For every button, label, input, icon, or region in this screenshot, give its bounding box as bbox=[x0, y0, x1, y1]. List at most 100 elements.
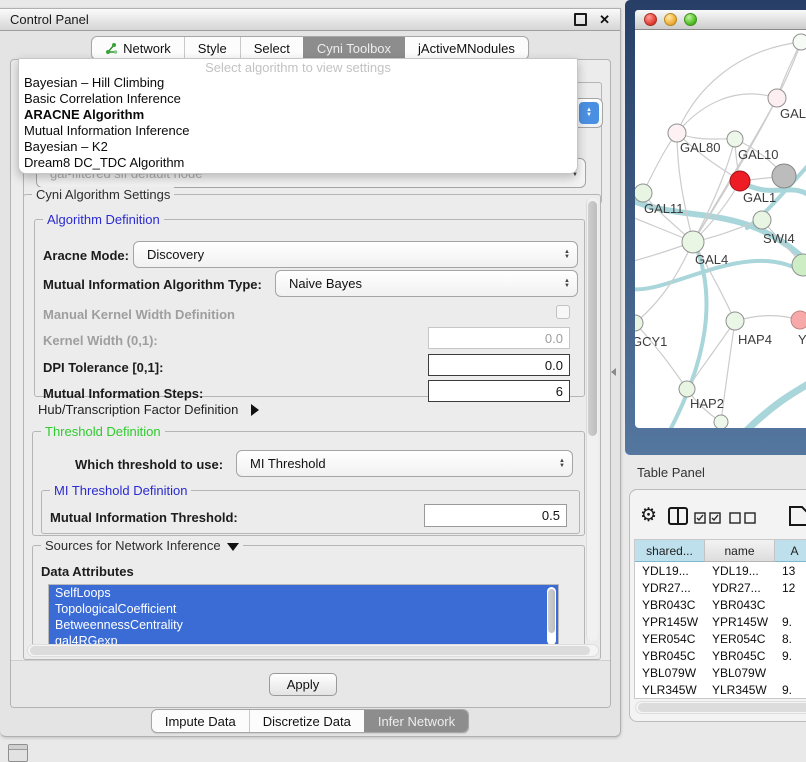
tab-cyni-toolbox[interactable]: Cyni Toolbox bbox=[303, 37, 404, 59]
network-node-gal1[interactable] bbox=[753, 211, 771, 229]
tab-impute-data[interactable]: Impute Data bbox=[152, 710, 249, 732]
combo-spinner-icon: ▲▼ bbox=[557, 242, 577, 267]
table-row[interactable]: YER054C YER054C 8. bbox=[635, 630, 806, 647]
column-header[interactable]: A bbox=[775, 540, 806, 562]
table-row[interactable]: YBR043C YBR043C bbox=[635, 596, 806, 613]
threshold-definition-groupbox: Threshold Definition Which threshold to … bbox=[32, 431, 585, 536]
hub-definition-expander[interactable]: Hub/Transcription Factor Definition bbox=[38, 401, 259, 419]
network-canvas[interactable]: GAL GAL80 GAL10 GAL1 GAL11 SWI4 GAL4 GCY… bbox=[635, 30, 806, 428]
table-row[interactable]: YBL079W YBL079W bbox=[635, 664, 806, 681]
apply-button[interactable]: Apply bbox=[269, 673, 337, 696]
table-row[interactable]: YDL19... YDL19... 13 bbox=[635, 562, 806, 579]
dpi-tolerance-field[interactable]: 0.0 bbox=[428, 354, 570, 376]
select-all-checks-icon[interactable] bbox=[694, 512, 722, 524]
which-threshold-value: MI Threshold bbox=[237, 456, 552, 471]
aracne-mode-value: Discovery bbox=[134, 247, 557, 262]
node-label: GAL4 bbox=[695, 252, 728, 267]
dpi-tolerance-label: DPI Tolerance [0,1]: bbox=[43, 360, 163, 375]
float-window-icon[interactable] bbox=[574, 13, 587, 26]
scrollbar-thumb[interactable] bbox=[638, 703, 806, 712]
mi-type-value: Naive Bayes bbox=[276, 276, 557, 291]
settings-horizontal-scrollbar[interactable] bbox=[27, 644, 599, 657]
column-header-name[interactable]: name bbox=[705, 540, 775, 562]
list-vertical-scrollbar[interactable] bbox=[547, 587, 556, 645]
dropdown-option-selected[interactable]: ARACNE Algorithm bbox=[19, 107, 577, 123]
deselect-all-checks-icon[interactable] bbox=[729, 512, 757, 524]
manual-kernel-checkbox[interactable] bbox=[556, 305, 570, 319]
dropdown-prompt: Select algorithm to view settings bbox=[19, 60, 577, 75]
minimized-panel-icon[interactable] bbox=[8, 744, 28, 762]
mac-zoom-button[interactable] bbox=[684, 13, 697, 26]
tab-jactivemnodules[interactable]: jActiveMNodules bbox=[404, 37, 528, 59]
network-node-hap4[interactable] bbox=[726, 312, 744, 330]
node-label: GAL11 bbox=[644, 201, 684, 216]
mi-threshold-field[interactable]: 0.5 bbox=[424, 504, 567, 527]
mi-threshold-title: MI Threshold Definition bbox=[50, 483, 191, 498]
node-table: shared... name A YDL19... YDL19... 13 YD… bbox=[634, 539, 806, 699]
network-node-selected-red[interactable] bbox=[730, 171, 750, 191]
mi-steps-field[interactable]: 6 bbox=[428, 380, 570, 402]
close-icon[interactable]: ✕ bbox=[599, 13, 610, 26]
scrollbar-thumb[interactable] bbox=[30, 646, 590, 655]
tab-network[interactable]: Network bbox=[92, 37, 184, 59]
cyni-algorithm-settings-groupbox: Cyni Algorithm Settings Algorithm Defini… bbox=[23, 194, 601, 660]
table-row[interactable]: YBR045C YBR045C 9. bbox=[635, 647, 806, 664]
combo-spinner-icon: ▲▼ bbox=[579, 102, 599, 124]
network-node-gal4[interactable] bbox=[682, 231, 704, 253]
network-node[interactable] bbox=[768, 89, 786, 107]
table-row[interactable]: YDR27... YDR27... 12 bbox=[635, 579, 806, 596]
mi-threshold-groupbox: MI Threshold Definition Mutual Informati… bbox=[41, 490, 580, 534]
scrollbar-thumb[interactable] bbox=[588, 201, 597, 436]
tab-discretize-data[interactable]: Discretize Data bbox=[249, 710, 364, 732]
gear-icon[interactable]: ⚙ bbox=[640, 506, 657, 525]
list-item[interactable]: SelfLoops bbox=[49, 585, 558, 601]
export-table-icon[interactable] bbox=[788, 505, 806, 527]
column-header-shared-name[interactable]: shared... bbox=[635, 540, 705, 562]
list-item[interactable]: TopologicalCoefficient bbox=[49, 601, 558, 617]
expand-right-icon bbox=[251, 404, 259, 416]
kernel-width-field[interactable]: 0.0 bbox=[428, 327, 570, 349]
which-threshold-combo[interactable]: MI Threshold ▲▼ bbox=[236, 450, 573, 477]
table-row[interactable]: YIL052C YIL052C 9. bbox=[635, 698, 806, 699]
manual-kernel-label: Manual Kernel Width Definition bbox=[43, 307, 235, 322]
control-panel-tabbar: Network Style Select Cyni Toolbox jActiv… bbox=[0, 36, 620, 60]
network-node-hap2[interactable] bbox=[679, 381, 695, 397]
scrollbar-thumb[interactable] bbox=[548, 589, 555, 633]
mi-type-combo[interactable]: Naive Bayes ▲▼ bbox=[275, 270, 578, 297]
dropdown-option[interactable]: Dream8 DC_TDC Algorithm bbox=[19, 155, 577, 171]
table-panel: ⚙ shared... name A YDL19... YDL19... 13 bbox=[629, 489, 806, 722]
network-node-swi4[interactable] bbox=[792, 254, 806, 276]
node-label: GAL bbox=[780, 106, 806, 121]
network-window-titlebar bbox=[635, 10, 806, 30]
network-node-gal11[interactable] bbox=[635, 184, 652, 202]
node-label: HAP4 bbox=[738, 332, 772, 347]
network-icon bbox=[105, 42, 118, 55]
algorithm-dropdown-list: Select algorithm to view settings Bayesi… bbox=[18, 58, 578, 174]
dropdown-option[interactable]: Bayesian – K2 bbox=[19, 139, 577, 155]
network-node-gray[interactable] bbox=[772, 164, 796, 188]
table-row[interactable]: YPR145W YPR145W 9. bbox=[635, 613, 806, 630]
network-node[interactable] bbox=[793, 34, 806, 50]
panel-splitter-handle[interactable] bbox=[611, 368, 616, 376]
sources-title[interactable]: Sources for Network Inference bbox=[41, 538, 243, 553]
table-row[interactable]: YLR345W YLR345W 9. bbox=[635, 681, 806, 698]
network-node-gal10[interactable] bbox=[727, 131, 743, 147]
aracne-mode-combo[interactable]: Discovery ▲▼ bbox=[133, 241, 578, 268]
mac-minimize-button[interactable] bbox=[664, 13, 677, 26]
network-node-pink[interactable] bbox=[791, 311, 806, 329]
dropdown-option[interactable]: Basic Correlation Inference bbox=[19, 91, 577, 107]
data-attributes-list: SelfLoops TopologicalCoefficient Between… bbox=[48, 584, 559, 648]
tab-infer-network[interactable]: Infer Network bbox=[364, 710, 468, 732]
dropdown-option[interactable]: Bayesian – Hill Climbing bbox=[19, 75, 577, 91]
tab-style[interactable]: Style bbox=[184, 37, 240, 59]
apply-row: Apply bbox=[11, 660, 610, 707]
network-node[interactable] bbox=[714, 415, 728, 428]
table-horizontal-scrollbar[interactable] bbox=[635, 701, 806, 714]
list-item[interactable]: BetweennessCentrality bbox=[49, 617, 558, 633]
algorithm-definition-title: Algorithm Definition bbox=[43, 212, 164, 227]
columns-icon[interactable] bbox=[668, 507, 688, 525]
mac-close-button[interactable] bbox=[644, 13, 657, 26]
settings-vertical-scrollbar[interactable] bbox=[586, 198, 598, 641]
dropdown-option[interactable]: Mutual Information Inference bbox=[19, 123, 577, 139]
tab-select[interactable]: Select bbox=[240, 37, 303, 59]
